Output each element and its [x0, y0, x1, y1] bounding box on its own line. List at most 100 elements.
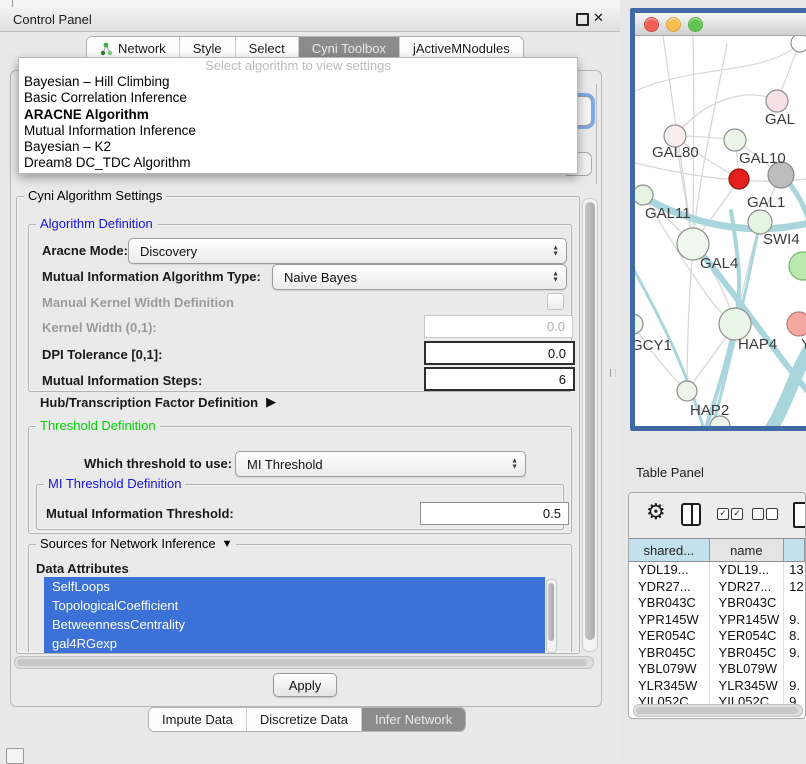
unselect-all-icon[interactable]: [752, 508, 764, 520]
table-row[interactable]: YBR043CYBR043C: [629, 595, 805, 612]
table-row[interactable]: YER054CYER054C8.: [629, 628, 805, 645]
table-row[interactable]: YBR045CYBR045C9.: [629, 645, 805, 662]
table-cell: YBR043C: [629, 595, 710, 612]
mac-zoom-icon[interactable]: [688, 17, 703, 32]
network-node-label: GAL10: [739, 150, 786, 167]
network-node[interactable]: [729, 169, 749, 189]
combo-arrows-icon: ▲▼: [552, 272, 559, 283]
tab-discretize-data[interactable]: Discretize Data: [247, 708, 362, 731]
mac-minimize-icon[interactable]: [666, 17, 681, 32]
algorithm-option-basic-correlation-inference[interactable]: Basic Correlation Inference: [19, 90, 577, 106]
bottom-tabs: Impute DataDiscretize Data Infer Network: [148, 707, 466, 732]
table-row[interactable]: YDL19...YDL19...13: [629, 562, 805, 579]
table-cell: YBL079W: [629, 661, 710, 678]
settings-vscrollbar-thumb[interactable]: [585, 202, 595, 640]
network-edge[interactable]: [635, 43, 800, 91]
attributes-list-scrollbar[interactable]: [546, 579, 557, 653]
table-hscrollbar[interactable]: [633, 704, 803, 717]
settings-hscrollbar-thumb[interactable]: [17, 659, 587, 666]
attribute-item-selfloops[interactable]: SelfLoops: [44, 577, 545, 596]
apply-button[interactable]: Apply: [273, 673, 337, 697]
hub-definition-row[interactable]: Hub/Transcription Factor Definition ▶: [40, 394, 276, 410]
aracne-mode-combo[interactable]: Discovery ▲▼: [128, 238, 567, 264]
network-node[interactable]: [789, 252, 806, 280]
tab-label: Network: [118, 41, 166, 56]
aracne-mode-label: Aracne Mode:: [42, 243, 128, 258]
column-header-shared[interactable]: shared...: [629, 539, 710, 561]
table-toolbar: ⚙ ✓ ✓: [629, 493, 805, 538]
table-cell: [784, 661, 805, 678]
table-row[interactable]: YDR27...YDR27...12: [629, 579, 805, 596]
algorithm-option-bayesian-k2[interactable]: Bayesian – K2: [19, 139, 577, 155]
manual-kernel-checkbox[interactable]: [547, 293, 564, 310]
data-attributes-list[interactable]: SelfLoopsTopologicalCoefficientBetweenne…: [44, 577, 545, 653]
table-hscrollbar-thumb[interactable]: [636, 707, 798, 714]
network-node[interactable]: [766, 90, 788, 112]
columns-icon[interactable]: [681, 503, 701, 526]
network-node[interactable]: [677, 381, 697, 401]
network-node[interactable]: [635, 185, 653, 205]
network-node-label: GAL1: [747, 194, 785, 211]
network-tab-icon: [100, 42, 113, 56]
table-row[interactable]: YBL079WYBL079W: [629, 661, 805, 678]
select-all-checks-icon[interactable]: ✓: [717, 508, 729, 520]
table-header: shared...name: [629, 538, 805, 562]
close-window-icon[interactable]: ✕: [593, 10, 604, 26]
column-header-col2[interactable]: [784, 539, 805, 561]
attribute-item-topologicalcoefficient[interactable]: TopologicalCoefficient: [44, 596, 545, 615]
algorithm-option-aracne-algorithm[interactable]: ARACNE Algorithm: [19, 107, 577, 123]
mi-threshold-field[interactable]: 0.5: [420, 502, 569, 525]
network-canvas[interactable]: GALGAL80GAL10GAL11GAL1SWI4GAL4GCY1HAP4YH…: [635, 36, 806, 427]
network-node-label: GAL4: [700, 255, 738, 272]
export-table-icon[interactable]: [793, 502, 806, 528]
tab-label: jActiveMNodules: [413, 41, 510, 56]
mi-threshold-group-title: MI Threshold Definition: [44, 477, 185, 491]
network-node[interactable]: [791, 36, 806, 52]
tab-infer-network[interactable]: Infer Network: [362, 708, 465, 731]
network-node[interactable]: [724, 129, 746, 151]
network-edge[interactable]: [693, 36, 694, 244]
dpi-tolerance-field[interactable]: 0.0: [424, 341, 575, 365]
control-panel-title: Control Panel: [13, 12, 92, 27]
network-node[interactable]: [787, 312, 806, 336]
algorithm-option-bayesian-hill-climbing[interactable]: Bayesian – Hill Climbing: [19, 74, 577, 90]
table-cell: YER054C: [710, 628, 785, 645]
table-cell: 13: [784, 562, 805, 579]
column-header-name[interactable]: name: [710, 539, 785, 561]
attribute-item-gal4rgexp[interactable]: gal4RGexp: [44, 634, 545, 653]
mi-type-combo[interactable]: Naive Bayes ▲▼: [272, 264, 567, 290]
table-cell: 9.: [784, 678, 805, 695]
network-node-label: GAL: [765, 111, 795, 128]
table-rows: YDL19...YDL19...13YDR27...YDR27...12YBR0…: [629, 562, 805, 711]
table-cell: YDR27...: [710, 579, 785, 596]
network-edge[interactable]: [675, 95, 777, 136]
settings-vscrollbar[interactable]: [582, 198, 598, 652]
table-cell: YPR145W: [629, 612, 710, 629]
network-node[interactable]: [635, 314, 643, 334]
tab-impute-data[interactable]: Impute Data: [149, 708, 247, 731]
splitter-handle[interactable]: [610, 369, 616, 377]
table-cell: YDR27...: [629, 579, 710, 596]
unselect-all-icon2[interactable]: [766, 508, 778, 520]
top-tick: [12, 0, 13, 7]
algorithm-option-mutual-information-inference[interactable]: Mutual Information Inference: [19, 123, 577, 139]
float-window-icon[interactable]: [576, 13, 589, 31]
attribute-item-betweennesscentrality[interactable]: BetweennessCentrality: [44, 615, 545, 634]
settings-hscrollbar[interactable]: [14, 656, 594, 669]
tab-label: Style: [193, 41, 222, 56]
table-row[interactable]: YLR345WYLR345W9.: [629, 678, 805, 695]
select-all-checks-icon2[interactable]: ✓: [731, 508, 743, 520]
algorithm-popup-items: Bayesian – Hill ClimbingBasic Correlatio…: [19, 74, 577, 172]
network-view-window[interactable]: GALGAL80GAL10GAL11GAL1SWI4GAL4GCY1HAP4YH…: [630, 8, 806, 431]
table-row[interactable]: YPR145WYPR145W9.: [629, 612, 805, 629]
groupbox-edge-fragment: [596, 84, 597, 184]
kernel-width-field[interactable]: 0.0: [424, 315, 573, 338]
mi-steps-field[interactable]: 6: [424, 367, 575, 391]
algorithm-option-dream8-dc-tdc-algorithm[interactable]: Dream8 DC_TDC Algorithm: [19, 155, 577, 171]
tab-label: Infer Network: [375, 712, 452, 727]
gear-icon[interactable]: ⚙: [646, 499, 666, 525]
which-threshold-combo[interactable]: MI Threshold ▲▼: [235, 451, 526, 477]
mac-close-icon[interactable]: [644, 17, 659, 32]
attributes-list-scrollbar-thumb[interactable]: [548, 583, 554, 641]
sources-group-title-row[interactable]: Sources for Network Inference ▼: [36, 537, 236, 551]
